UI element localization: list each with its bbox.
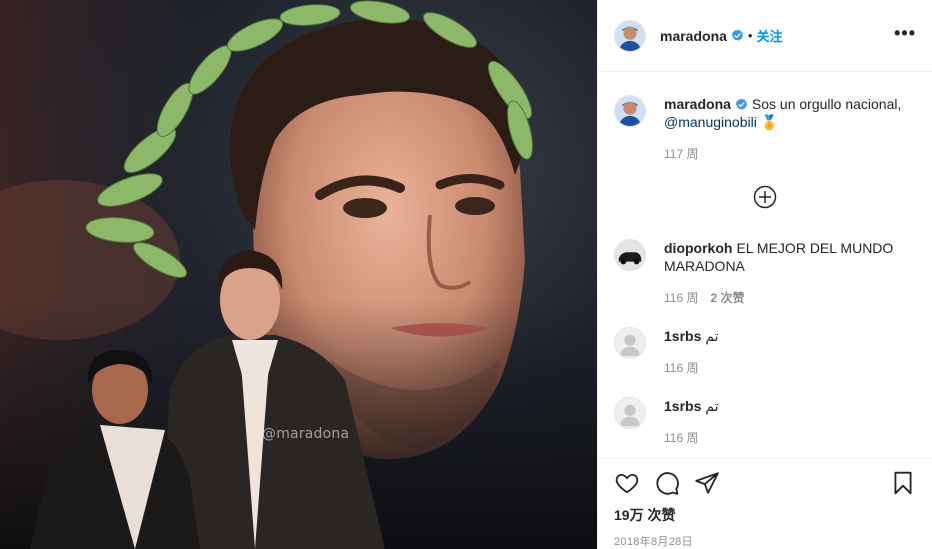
comment-body: 1srbs تم 116 周 <box>664 327 719 377</box>
comment-meta: 116 周 <box>664 359 719 377</box>
image-watermark: @maradona <box>262 426 350 442</box>
action-icons <box>614 459 916 507</box>
avatar-image <box>615 96 645 126</box>
comment-age[interactable]: 116 周 <box>664 289 698 307</box>
caption-emoji: 🏅 <box>760 114 779 130</box>
comment-meta: 116 周 <box>664 429 719 447</box>
comment-username[interactable]: 1srbs <box>664 328 701 344</box>
avatar-image <box>615 240 645 270</box>
post-image[interactable]: @maradona <box>0 0 597 549</box>
comment-meta: 116 周 2 次赞 <box>664 289 916 307</box>
comment-username[interactable]: 1srbs <box>664 398 701 414</box>
comment-username[interactable]: dioporkoh <box>664 240 732 256</box>
post-date[interactable]: 2018年8月28日 <box>614 533 916 549</box>
avatar[interactable] <box>614 239 646 271</box>
avatar[interactable] <box>614 95 646 127</box>
comment-body: dioporkoh EL MEJOR DEL MUNDO MARADONA 116… <box>664 239 916 307</box>
default-avatar-icon <box>615 328 645 358</box>
verified-badge-icon <box>735 98 748 110</box>
comment-body: 1srbs تم 116 周 <box>664 397 719 447</box>
comment-age[interactable]: 116 周 <box>664 359 698 377</box>
comment-item: 1srbs تم 116 周 <box>614 397 916 447</box>
avatar[interactable] <box>614 19 646 52</box>
post-side-panel: maradona • 关注 ••• maradona Sos un orgull… <box>597 0 932 549</box>
share-icon[interactable] <box>694 470 720 496</box>
header-username[interactable]: maradona <box>660 28 727 44</box>
likes-count[interactable]: 19万 次赞 <box>614 505 916 525</box>
caption-mention-link[interactable]: @manuginobili <box>664 114 757 130</box>
verified-badge-icon <box>731 29 744 41</box>
post-header: maradona • 关注 ••• <box>598 0 932 72</box>
default-avatar-icon <box>615 398 645 428</box>
avatar[interactable] <box>614 327 646 359</box>
more-options-icon[interactable]: ••• <box>894 24 916 44</box>
comments-section[interactable]: maradona Sos un orgullo nacional, @manug… <box>598 73 932 457</box>
caption-text: Sos un orgullo nacional, <box>751 96 902 112</box>
heart-icon[interactable] <box>614 470 640 496</box>
caption-body: maradona Sos un orgullo nacional, @manug… <box>664 95 901 163</box>
comment-item: 1srbs تم 116 周 <box>614 327 916 377</box>
comment-text: تم <box>705 328 719 344</box>
post-photo-artwork <box>0 0 597 549</box>
caption-username[interactable]: maradona <box>664 96 731 112</box>
comment-item: dioporkoh EL MEJOR DEL MUNDO MARADONA 116… <box>614 239 916 307</box>
load-more-plus-icon[interactable] <box>753 185 777 209</box>
comment-age[interactable]: 116 周 <box>664 429 698 447</box>
caption-item: maradona Sos un orgullo nacional, @manug… <box>614 95 916 163</box>
comment-icon[interactable] <box>654 470 680 496</box>
avatar[interactable] <box>614 397 646 429</box>
header-separator: • <box>747 28 753 43</box>
post-actions: 19万 次赞 2018年8月28日 <box>598 458 932 549</box>
caption-meta: 117 周 <box>664 145 901 163</box>
avatar-image <box>615 20 645 51</box>
bookmark-icon[interactable] <box>890 470 916 496</box>
header-user: maradona • 关注 <box>660 26 783 45</box>
follow-button[interactable]: 关注 <box>756 26 782 45</box>
comment-text: تم <box>705 398 719 414</box>
comment-likes[interactable]: 2 次赞 <box>710 289 744 307</box>
caption-age[interactable]: 117 周 <box>664 145 698 163</box>
